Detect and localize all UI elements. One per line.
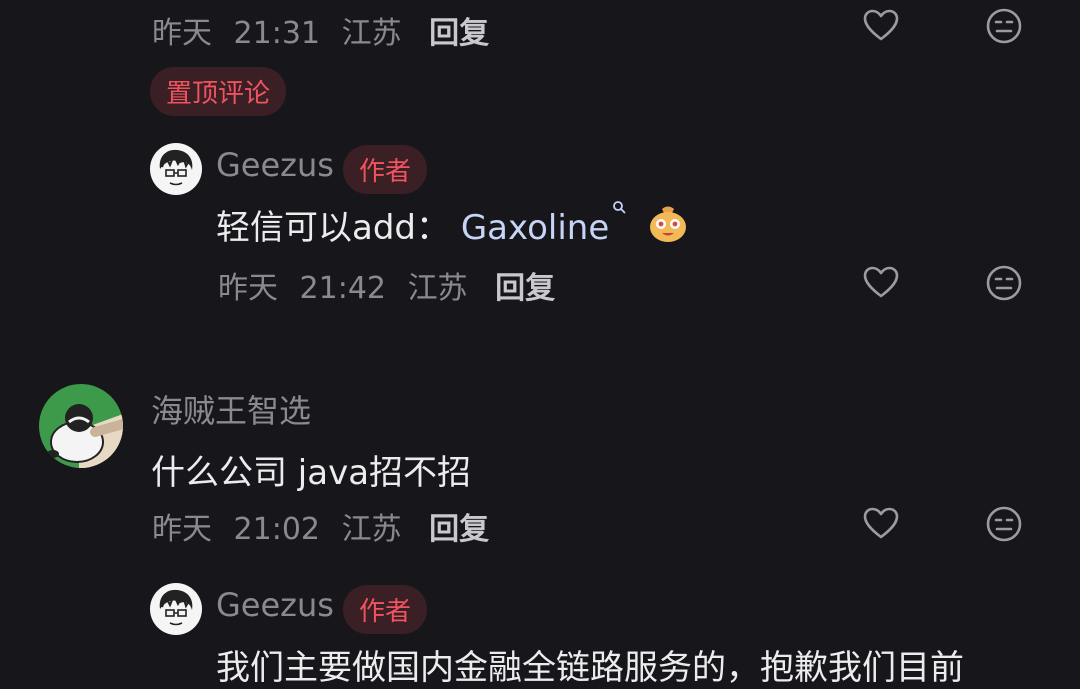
- reply-button[interactable]: 回复: [495, 271, 555, 306]
- comment-location: 江苏: [341, 512, 402, 547]
- comment-date: 昨天: [152, 16, 212, 51]
- avatar-dog-icon: [47, 404, 123, 468]
- avatar[interactable]: [39, 384, 123, 468]
- comment-location: 江苏: [341, 16, 402, 51]
- comment-date: 昨天: [152, 512, 212, 547]
- comment-time: 21:31: [233, 16, 321, 51]
- comment-meta: 昨天 21:42 江苏 回复: [218, 263, 555, 307]
- comment-date: 昨天: [218, 271, 278, 306]
- neutral-face-icon: [986, 8, 1022, 44]
- avatar-face-icon: [159, 149, 193, 186]
- search-icon: [613, 201, 626, 214]
- comment-text: 我们主要做国内金融全链路服务的，抱歉我们目前: [216, 648, 964, 688]
- avatar[interactable]: [150, 143, 202, 195]
- avatar-face-icon: [159, 589, 193, 626]
- username[interactable]: 海贼王智选: [151, 386, 311, 432]
- author-badge: 作者: [343, 585, 428, 634]
- dislike-button[interactable]: [982, 502, 1026, 546]
- avatar[interactable]: [150, 583, 202, 635]
- heart-icon: [863, 266, 899, 298]
- like-button[interactable]: [859, 502, 903, 546]
- comment-time: 21:02: [233, 512, 321, 547]
- heart-icon: [863, 9, 899, 41]
- comment-text-prefix: 轻信可以add：: [216, 208, 450, 248]
- neutral-face-icon: [986, 506, 1022, 542]
- comment-meta: 昨天 21:02 江苏 回复: [152, 504, 489, 548]
- heart-icon: [863, 507, 899, 539]
- comment-text: 轻信可以add： Gaxoline: [216, 200, 626, 249]
- comment-meta: 昨天 21:31 江苏 回复: [152, 8, 489, 52]
- comment-time: 21:42: [299, 271, 387, 306]
- search-link-text: Gaxoline: [460, 208, 610, 248]
- search-link[interactable]: Gaxoline: [460, 201, 626, 248]
- money-bag-emoji: [646, 200, 690, 244]
- author-badge: 作者: [343, 145, 428, 194]
- dislike-button[interactable]: [982, 261, 1026, 305]
- username[interactable]: Geezus: [216, 146, 334, 184]
- pinned-comment-badge: 置顶评论: [150, 67, 287, 116]
- username[interactable]: Geezus: [216, 586, 334, 624]
- dislike-button[interactable]: [982, 4, 1026, 48]
- reply-button[interactable]: 回复: [429, 16, 489, 51]
- reply-button[interactable]: 回复: [429, 512, 489, 547]
- comment-text: 什么公司 java招不招: [151, 453, 472, 493]
- like-button[interactable]: [859, 261, 903, 305]
- neutral-face-icon: [986, 265, 1022, 301]
- like-button[interactable]: [859, 4, 903, 48]
- comment-location: 江苏: [407, 271, 468, 306]
